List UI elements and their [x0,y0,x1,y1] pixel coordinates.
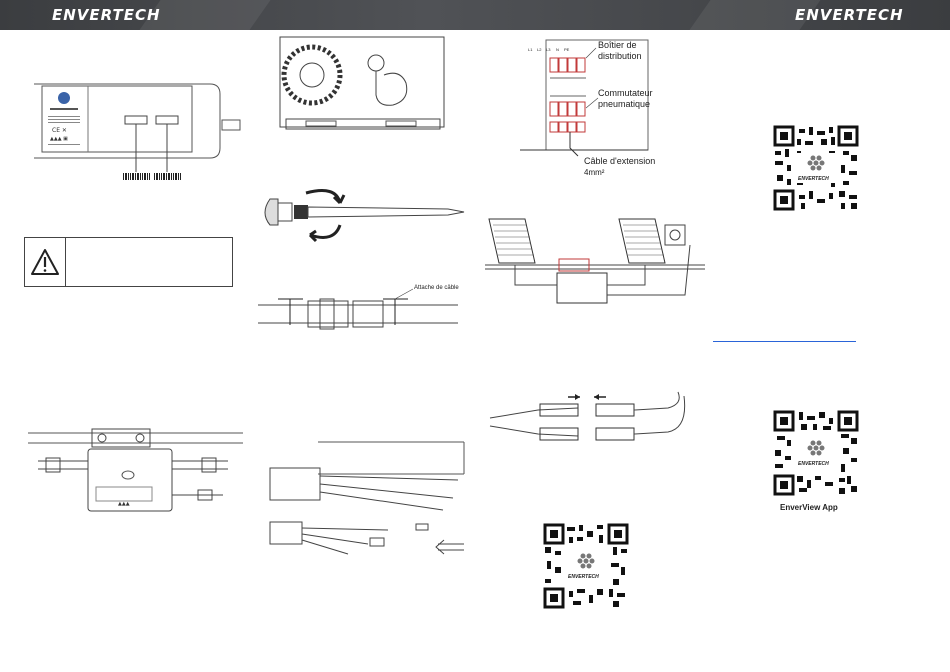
svg-text:▲▲▲: ▲▲▲ [118,501,130,507]
warning-triangle-icon [31,249,59,275]
distribution-box-label-line1: Boîtier de [598,40,637,50]
enverview-app-qr-code [773,410,859,496]
link-underline[interactable] [713,341,856,342]
switch-label-line1: Commutateur [598,88,653,98]
mounting-plate-figure [278,35,448,135]
qr-brand-label: ENVERTECH [798,461,829,467]
distribution-box-label-line2: distribution [598,51,642,61]
connector-figure [488,390,688,445]
system-wiring-figure [485,215,705,315]
switch-label-line2: pneumatique [598,99,651,109]
breaker-mark: L1 [528,47,533,52]
cable-strip-figure [268,440,468,560]
nameplate-figure: CE ✕ ▲▲▲ ▣ [30,78,245,188]
qr-brand-label: ENVERTECH [798,176,829,182]
cable-tie-label: Attache de câble [414,285,459,291]
qr-brand-label: ENVERTECH [568,574,599,580]
inverter-rail-figure: ▲▲▲ [28,425,248,525]
qr-code [543,523,629,609]
header-bar: ENVERTECH ENVERTECH [0,0,950,30]
breaker-mark: L2 [537,47,542,52]
breaker-mark: L3 [546,47,551,52]
svg-text:CE ✕: CE ✕ [52,127,67,134]
warning-box [24,237,233,287]
antenna-figure [258,185,468,245]
brand-logo-left: ENVERTECH [52,6,161,24]
cable-tie-figure [258,285,458,350]
qr-code [773,125,859,211]
app-name-label: EnverView App [780,503,838,512]
brand-logo-right: ENVERTECH [795,6,904,24]
extension-cable-label: Câble d'extension [584,156,656,166]
cable-section-label: 4mm² [584,168,605,177]
breaker-mark: PE [564,47,570,52]
svg-text:▲▲▲ ▣: ▲▲▲ ▣ [50,136,68,142]
warning-icon-cell [25,238,66,286]
breaker-mark: N [556,47,559,52]
